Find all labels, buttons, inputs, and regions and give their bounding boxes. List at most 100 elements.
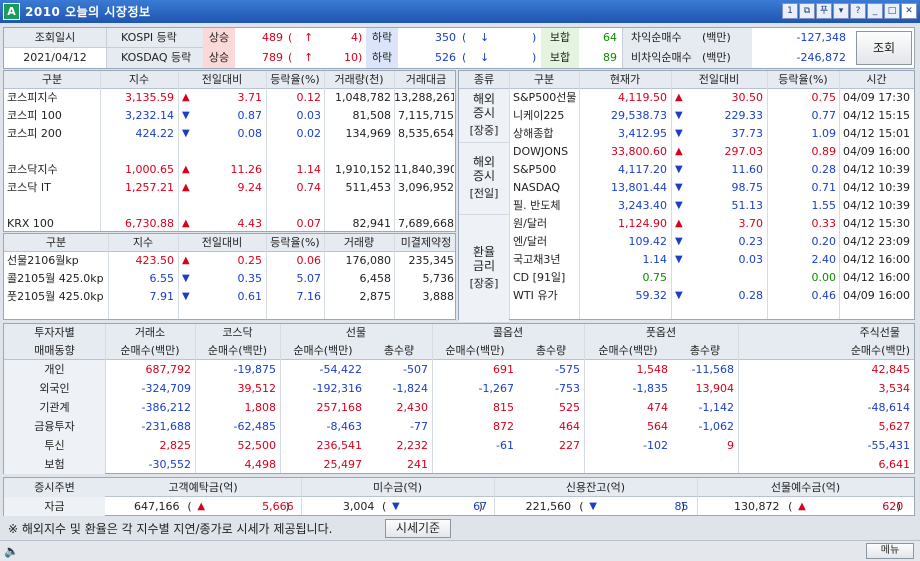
investor-value (672, 455, 734, 474)
date-label: 조회일시 (4, 28, 107, 48)
menu-button[interactable]: 메뉴 (866, 543, 914, 559)
up-arrow-icon: ▲ (197, 501, 206, 512)
world-name: 상해종합 (513, 127, 554, 140)
world-time: 04/12 15:15 (843, 109, 910, 122)
pin-icon[interactable]: 푸 (816, 3, 832, 19)
price-basis-button[interactable]: 시세기준 (385, 519, 451, 538)
arrow-icon (182, 197, 196, 215)
index-value (100, 143, 174, 161)
down-arrow-icon: ▼ (589, 501, 597, 512)
kosdaq-upper: 10 (344, 51, 358, 64)
window-title: 2010 오늘의 시장정보 (25, 5, 151, 19)
investor-value: 236,541 (316, 439, 363, 452)
investor-value: -62,485 (233, 420, 276, 433)
investor-value: -48,614 (867, 401, 910, 414)
column-header: 현재가 (609, 73, 641, 86)
column-header: 거래대금 (405, 73, 447, 86)
group-header: 코스닥 (222, 326, 253, 339)
funds-change: 85 (674, 500, 689, 513)
column-header: 순매수(백만) (293, 344, 353, 357)
index-change: 9.24 (237, 181, 263, 194)
investor-value: 241 (407, 458, 428, 471)
down-arrow-icon: ▼ (392, 501, 400, 512)
app-logo-icon: A (3, 3, 20, 20)
futures-open-interest: 235,345 (408, 254, 455, 267)
nonarb-label: 비차익순매수 (622, 48, 702, 68)
index-amount: 11,840,390 (394, 163, 454, 176)
world-value: 0.75 (642, 271, 668, 284)
kospi-upper-arrow-icon: ↑ (304, 31, 314, 44)
investor-value: -30,552 (148, 458, 191, 471)
number-icon[interactable]: 1 (782, 3, 798, 19)
corner-label: 투자자별 (34, 326, 75, 339)
index-rate (266, 143, 321, 161)
paren: ) (478, 500, 483, 513)
investor-value: 464 (559, 420, 580, 433)
funds-header: 고객예탁금(억) (168, 481, 238, 494)
down-arrow-icon: ▼ (182, 273, 190, 284)
world-name: 니케이225 (513, 109, 565, 122)
date-value: 2021/04/12 (4, 48, 107, 68)
index-name: KRX 100 (7, 217, 54, 230)
world-change: 51.13 (731, 199, 764, 212)
search-button[interactable]: 조회 (856, 31, 912, 65)
world-change: 98.75 (731, 181, 764, 194)
kosdaq-flat-label: 보합 (541, 48, 579, 68)
column-header: 전일대비 (698, 73, 740, 86)
world-rate: 0.28 (811, 163, 837, 176)
investor-value: 687,792 (145, 363, 192, 376)
up-arrow-icon: ▲ (675, 218, 683, 229)
futures-change: 0.25 (237, 254, 263, 267)
column-header: 전일대비 (201, 236, 243, 249)
down-arrow-icon: ▼ (675, 236, 683, 247)
investor-value: -19,875 (233, 363, 276, 376)
investor-value: 1,808 (244, 401, 277, 414)
world-name: 국고채3년 (513, 253, 561, 266)
group-header: 콜옵션 (492, 326, 524, 339)
investor-value: 5,627 (878, 420, 911, 433)
maximize-icon[interactable]: □ (884, 3, 900, 19)
futures-open-interest: 5,736 (422, 272, 455, 285)
world-time: 04/09 16:00 (843, 289, 910, 302)
world-time: 04/12 16:00 (843, 253, 910, 266)
index-amount: 13,288,261 (394, 91, 454, 104)
kospi-upper: 4 (351, 31, 358, 44)
kosdaq-flat: 89 (603, 51, 617, 64)
index-name: 코스피 200 (7, 127, 62, 140)
futures-volume: 6,458 (359, 272, 392, 285)
column-header: 전일대비 (201, 73, 243, 86)
investor-value: -1,142 (698, 401, 734, 414)
investor-value: -386,212 (141, 401, 191, 414)
world-change (689, 269, 763, 287)
world-rate: 0.00 (811, 271, 837, 284)
paren: ) (285, 500, 290, 513)
world-time: 04/12 10:39 (843, 199, 910, 212)
index-volume: 511,453 (345, 181, 392, 194)
settings-icon[interactable]: ▾ (833, 3, 849, 19)
arrow-icon (182, 143, 196, 161)
world-name: NASDAQ (513, 181, 561, 194)
investor-value: -507 (403, 363, 428, 376)
column-header: 거래량 (343, 236, 375, 249)
minimize-icon[interactable]: _ (867, 3, 883, 19)
investor-value: 42,845 (871, 363, 911, 376)
status-bar: 🔈 메뉴 (0, 540, 920, 561)
down-arrow-icon: ▼ (675, 200, 683, 211)
paren: ) (896, 500, 901, 513)
world-time: 04/12 15:30 (843, 217, 910, 230)
help-icon[interactable]: ? (850, 3, 866, 19)
link-icon[interactable]: ⧉ (799, 3, 815, 19)
index-volume: 82,941 (352, 217, 392, 230)
investor-value (518, 455, 580, 474)
index-change (196, 197, 262, 215)
down-arrow-icon: ▼ (182, 291, 190, 302)
close-icon[interactable]: ✕ (901, 3, 917, 19)
column-header: 총수량 (383, 344, 415, 357)
group-label-line3: [장중] (469, 277, 499, 290)
funds-value: 3,004 (342, 500, 375, 513)
world-value: 13,801.44 (611, 181, 667, 194)
speaker-icon[interactable]: 🔈 (4, 544, 19, 558)
up-arrow-icon: ▲ (182, 218, 190, 229)
investor-value: -11,568 (691, 363, 734, 376)
index-change (196, 143, 262, 161)
